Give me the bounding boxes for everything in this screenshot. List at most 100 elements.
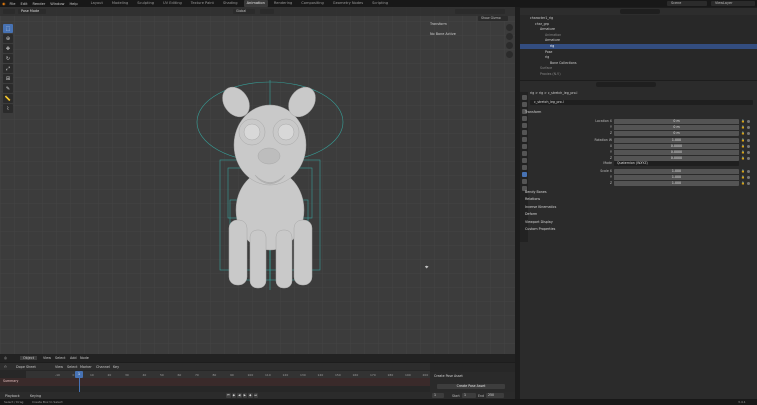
location-x-field[interactable]: 0 m [614,119,739,124]
viewport-menu-strip[interactable] [50,9,190,14]
jump-start-icon[interactable]: ⏮ [226,393,231,398]
editor-type-icon[interactable]: ◎ [4,356,7,360]
blender-logo-icon[interactable]: ◉ [2,1,6,6]
keyframe-dot-icon[interactable] [747,126,750,129]
tool-tab-icon[interactable] [521,95,527,100]
workspace-tab-rendering[interactable]: Rendering [271,0,295,7]
view-layer-selector[interactable]: ViewLayer [711,1,755,6]
move-tool-icon[interactable]: ✥ [3,44,13,53]
menu-node[interactable]: Node [80,356,89,360]
play-reverse-icon[interactable]: ◀ [237,393,242,398]
jump-end-icon[interactable]: ⏭ [253,393,258,398]
lock-icon[interactable]: 🔒 [741,156,745,161]
workspace-tab-uv-editing[interactable]: UV Editing [160,0,185,7]
rotate-tool-icon[interactable]: ↻ [3,54,13,63]
workspace-tab-compositing[interactable]: Compositing [298,0,327,7]
cursor-tool-icon[interactable]: ⊕ [3,34,13,43]
physics-tab-icon[interactable] [521,151,527,156]
outliner-item[interactable]: rig [550,44,554,48]
lock-icon[interactable]: 🔒 [741,144,745,149]
workspace-tab-layout[interactable]: Layout [88,0,106,7]
render-tab-icon[interactable] [521,102,527,107]
workspace-tab-texture-paint[interactable]: Texture Paint [188,0,217,7]
scale-tool-icon[interactable]: ⤢ [3,64,13,73]
create-pose-asset-title[interactable]: Create Pose Asset [434,374,463,378]
play-icon[interactable]: ▶ [242,393,247,398]
viewport-display-section[interactable]: Viewport Display [525,220,553,224]
outliner-selected-row[interactable] [520,44,757,49]
keyframe-dot-icon[interactable] [747,132,750,135]
show-gizmo-button[interactable]: Show Gizmo [478,16,508,21]
current-frame-indicator[interactable]: 1 [75,371,83,378]
orientation-dropdown[interactable]: Global [233,9,255,14]
menu-file[interactable]: File [9,2,17,6]
scale-x-field[interactable]: 1.000 [614,169,739,174]
menu-view[interactable]: View [55,365,63,369]
end-frame-field[interactable]: 250 [486,393,504,398]
next-keyframe-icon[interactable]: ◆ [248,393,253,398]
outliner-item[interactable]: Bone Collections [550,61,577,65]
menu-render[interactable]: Render [31,2,46,6]
workspace-tab-sculpting[interactable]: Sculpting [134,0,157,7]
camera-view-icon[interactable] [506,42,513,49]
properties-search-input[interactable] [596,82,656,87]
editor-type-icon[interactable]: ⏱ [4,365,7,369]
scene-selector[interactable]: Scene [667,1,707,6]
keyframe-dot-icon[interactable] [747,139,750,142]
object-mode-dropdown[interactable]: Object [20,355,38,360]
menu-add[interactable]: Add [70,356,77,360]
world-tab-icon[interactable] [521,130,527,135]
editor-type-icon[interactable] [3,9,15,14]
outliner-item[interactable]: Animation [545,33,561,37]
start-frame-field[interactable]: 1 [462,393,476,398]
lock-icon[interactable]: 🔒 [741,150,745,155]
transform-section-header[interactable]: Transform [525,110,541,114]
scale-z-field[interactable]: 1.000 [614,181,739,186]
bendy-bones-section[interactable]: Bendy Bones [525,190,547,194]
keyframe-dot-icon[interactable] [747,170,750,173]
menu-marker[interactable]: Marker [80,365,92,369]
perspective-toggle-icon[interactable] [506,51,513,58]
zoom-icon[interactable] [506,24,513,31]
keying-menu[interactable]: Keying [30,394,41,398]
lock-icon[interactable]: 🔒 [741,138,745,143]
view-layer-tab-icon[interactable] [521,116,527,121]
lock-icon[interactable]: 🔒 [741,125,745,130]
workspace-tab-animation[interactable]: Animation [243,0,268,7]
outliner-item[interactable]: Armature [540,27,555,31]
lock-icon[interactable]: 🔒 [741,175,745,180]
playback-menu[interactable]: Playback [5,394,20,398]
relations-section[interactable]: Relations [525,197,540,201]
transform-tool-icon[interactable]: ⊞ [3,74,13,83]
menu-select[interactable]: Select [67,365,77,369]
keyframe-dot-icon[interactable] [747,145,750,148]
pan-icon[interactable] [506,33,513,40]
workspace-tab-modeling[interactable]: Modeling [109,0,131,7]
lock-icon[interactable]: 🔒 [741,131,745,136]
current-frame-field[interactable]: 1 [432,393,444,398]
outliner-item[interactable]: Proxies (N.Y.) [540,72,561,76]
menu-edit[interactable]: Edit [20,2,29,6]
outliner-item[interactable]: rig [545,55,549,59]
keyframe-dot-icon[interactable] [747,157,750,160]
workspace-tab-scripting[interactable]: Scripting [369,0,391,7]
rotation-w-field[interactable]: 1.000 [614,138,739,143]
lock-icon[interactable]: 🔒 [741,119,745,124]
workspace-tab-geometry-nodes[interactable]: Geometry Nodes [330,0,366,7]
object-tab-icon[interactable] [521,137,527,142]
custom-properties-section[interactable]: Custom Properties [525,227,555,231]
interaction-mode-dropdown[interactable]: Pose Mode [18,9,46,14]
snap-toggle[interactable] [260,9,274,14]
location-y-field[interactable]: 0 m [614,125,739,130]
data-tab-icon[interactable] [521,165,527,170]
scale-y-field[interactable]: 1.000 [614,175,739,180]
outliner-item[interactable]: Surface [540,66,552,70]
deform-section[interactable]: Deform [525,212,537,216]
transform-panel-title[interactable]: Transform [430,22,510,26]
constraints-tab-icon[interactable] [521,158,527,163]
outliner-item[interactable]: Pose [545,50,552,54]
outliner-search-input[interactable] [620,9,660,14]
menu-view[interactable]: View [43,356,51,360]
rotation-x-field[interactable]: 0.0000 [614,144,739,149]
menu-window[interactable]: Window [49,2,65,6]
